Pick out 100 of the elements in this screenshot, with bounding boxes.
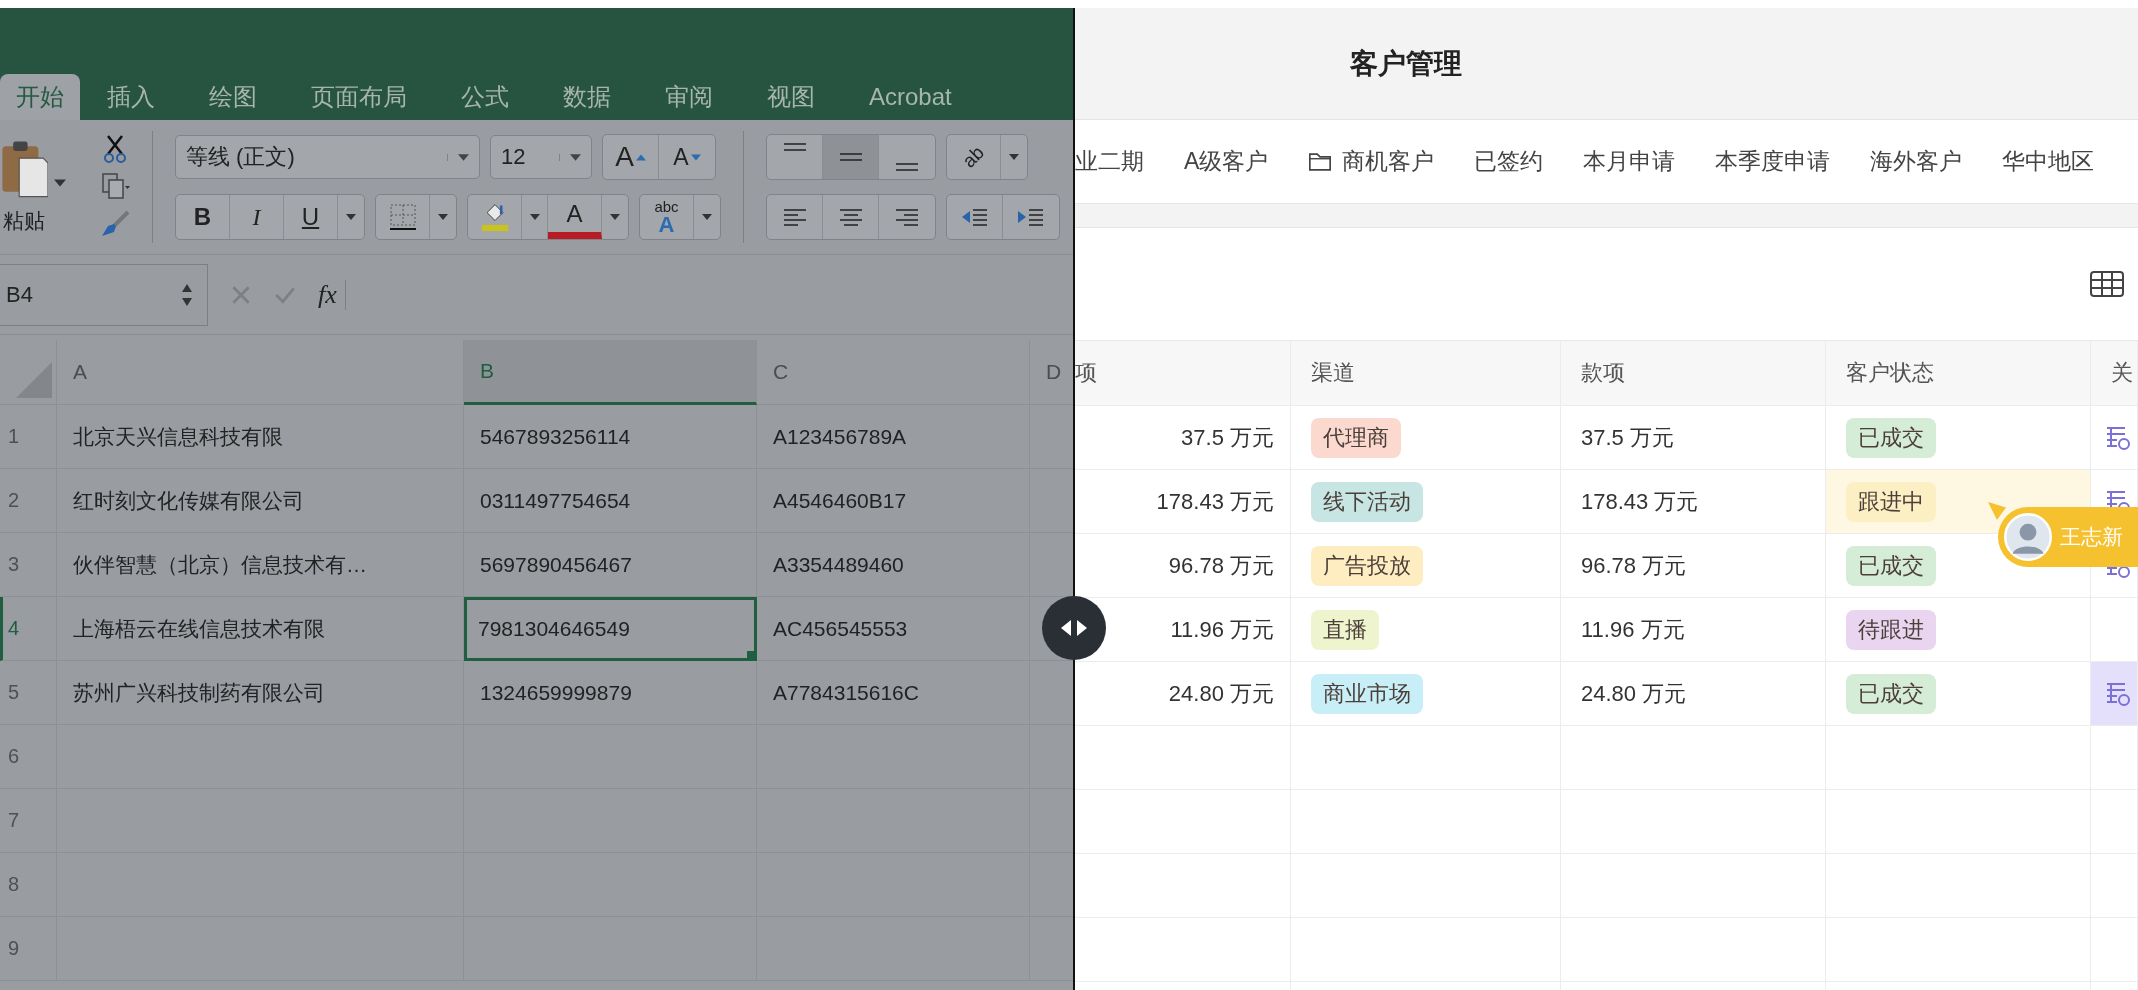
left-right-arrows-icon — [1059, 620, 1089, 636]
status-tag: 已成交 — [1846, 417, 1936, 458]
fill-handle[interactable] — [747, 651, 757, 661]
view-tab[interactable]: 本季度申请 — [1715, 146, 1831, 177]
folder-icon — [1308, 151, 1333, 172]
caret-icon — [1009, 154, 1019, 160]
channel-tag: 直播 — [1311, 609, 1379, 650]
page-title: 客户管理 — [1350, 46, 1462, 81]
row-header[interactable]: 1 — [0, 405, 57, 469]
table-cell: 37.5 万元 — [1561, 406, 1826, 470]
spreadsheet-cell[interactable]: A123456789A — [757, 405, 1030, 469]
table-cell: 24.80 万元 — [1075, 662, 1291, 726]
spreadsheet-cell[interactable]: 红时刻文化传媒有限公司 — [57, 469, 464, 533]
align-lines-icon — [783, 143, 806, 151]
table-cell: 96.78 万元 — [1561, 534, 1826, 598]
grow-font-button[interactable]: A — [603, 135, 659, 179]
spreadsheet-cell[interactable]: AC456545553 — [757, 597, 1030, 661]
row-header[interactable]: 5 — [0, 661, 57, 725]
spreadsheet-cell[interactable]: 伙伴智慧（北京）信息技术有… — [57, 533, 464, 597]
row-header[interactable]: 6 — [0, 725, 57, 789]
caret-icon — [447, 153, 469, 161]
copy-icon[interactable] — [100, 172, 130, 202]
row-header[interactable]: 2 — [0, 469, 57, 533]
caret-icon — [346, 214, 356, 220]
collaborator-name: 王志新 — [2060, 524, 2123, 550]
spreadsheet-cell[interactable]: 5467893256114 — [464, 405, 757, 469]
insert-function-button[interactable]: fx — [318, 279, 337, 310]
borders-icon — [387, 202, 418, 232]
spreadsheet-cell[interactable]: 0311497754654 — [464, 469, 757, 533]
ribbon-tab[interactable]: 绘图 — [182, 74, 284, 120]
align-lines-icon — [896, 163, 918, 171]
caret-icon — [610, 214, 620, 220]
caret-icon — [438, 214, 448, 220]
row-header[interactable]: 7 — [0, 789, 57, 853]
ribbon-tab[interactable]: 数据 — [536, 74, 638, 120]
table-cell: 11.96 万元 — [1561, 598, 1826, 662]
clipboard-icon — [0, 139, 48, 199]
name-box[interactable]: B4 — [0, 263, 208, 326]
align-lines-icon — [839, 153, 862, 161]
ribbon-tab[interactable]: Acrobat — [842, 74, 979, 120]
linked-record-icon[interactable] — [2105, 680, 2131, 707]
avatar-icon — [2004, 513, 2052, 561]
channel-tag: 代理商 — [1311, 417, 1401, 458]
ribbon-tab[interactable]: 插入 — [80, 74, 182, 120]
channel-tag: 商业市场 — [1311, 673, 1423, 714]
caret-icon[interactable] — [54, 179, 66, 187]
up-triangle-icon — [635, 153, 646, 161]
spreadsheet-cell[interactable]: 1324659999879 — [464, 661, 757, 725]
status-tag: 已成交 — [1846, 545, 1936, 586]
ribbon-tab[interactable]: 审阅 — [638, 74, 740, 120]
row-header[interactable]: 9 — [0, 917, 57, 981]
status-tag: 跟进中 — [1846, 481, 1936, 522]
vertical-align-button[interactable] — [823, 135, 879, 179]
font-name-dropdown[interactable]: 等线 (正文) — [175, 135, 480, 179]
spreadsheet-cell[interactable]: A3354489460 — [757, 533, 1030, 597]
ribbon-tab[interactable]: 开始 — [0, 74, 80, 120]
italic-button[interactable]: I — [230, 195, 284, 239]
table-cell: 37.5 万元 — [1075, 406, 1291, 470]
column-header: 项 — [1075, 341, 1291, 406]
row-header[interactable]: 3 — [0, 533, 57, 597]
view-tab[interactable]: 已签约 — [1474, 146, 1544, 177]
row-header[interactable]: 8 — [0, 853, 57, 917]
spreadsheet-cell[interactable]: A7784315616C — [757, 661, 1030, 725]
bold-button[interactable]: B — [176, 195, 230, 239]
column-header: 渠道 — [1291, 341, 1561, 406]
view-tab[interactable]: 本月申请 — [1583, 146, 1676, 177]
ribbon-tab[interactable]: 公式 — [434, 74, 536, 120]
spreadsheet-cell[interactable]: 北京天兴信息科技有限 — [57, 405, 464, 469]
table-view-icon[interactable] — [2090, 271, 2124, 297]
spreadsheet-cell[interactable]: 苏州广兴科技制药有限公司 — [57, 661, 464, 725]
view-tab[interactable]: 业二期 — [1075, 146, 1144, 177]
column-header: 客户状态 — [1826, 341, 2091, 406]
view-tab[interactable]: A级客户 — [1184, 146, 1269, 177]
spreadsheet-cell[interactable]: 7981304646549 — [464, 597, 757, 661]
caret-icon — [559, 153, 581, 161]
view-tab[interactable]: 华中地区 — [2002, 146, 2095, 177]
view-tab[interactable]: 商机客户 — [1308, 146, 1435, 177]
spreadsheet-cell[interactable]: A4546460B17 — [757, 469, 1030, 533]
channel-tag: 线下活动 — [1311, 481, 1423, 522]
ribbon-tab[interactable]: 视图 — [740, 74, 842, 120]
column-header[interactable]: C — [757, 340, 1030, 405]
ribbon-tab[interactable]: 页面布局 — [284, 74, 434, 120]
status-tag: 待跟进 — [1846, 609, 1936, 650]
paste-button[interactable]: 粘贴 — [0, 139, 48, 235]
underline-button[interactable]: U — [284, 195, 338, 239]
caret-icon — [702, 214, 712, 220]
spreadsheet-cell[interactable]: 5697890456467 — [464, 533, 757, 597]
paint-bucket-icon — [479, 202, 510, 232]
font-size-dropdown[interactable]: 12 — [490, 135, 592, 179]
table-cell: 24.80 万元 — [1561, 662, 1826, 726]
table-cell: 96.78 万元 — [1075, 534, 1291, 598]
linked-record-icon[interactable] — [2105, 424, 2131, 451]
column-header: 款项 — [1561, 341, 1826, 406]
column-header: 关 — [2091, 341, 2138, 406]
cursor-pointer-icon — [1988, 502, 2006, 520]
status-tag: 已成交 — [1846, 673, 1936, 714]
view-tab[interactable]: 海外客户 — [1870, 146, 1963, 177]
shrink-font-button[interactable]: A — [659, 135, 715, 179]
down-triangle-icon — [690, 153, 701, 161]
spreadsheet-cell[interactable]: 上海梧云在线信息技术有限 — [57, 597, 464, 661]
